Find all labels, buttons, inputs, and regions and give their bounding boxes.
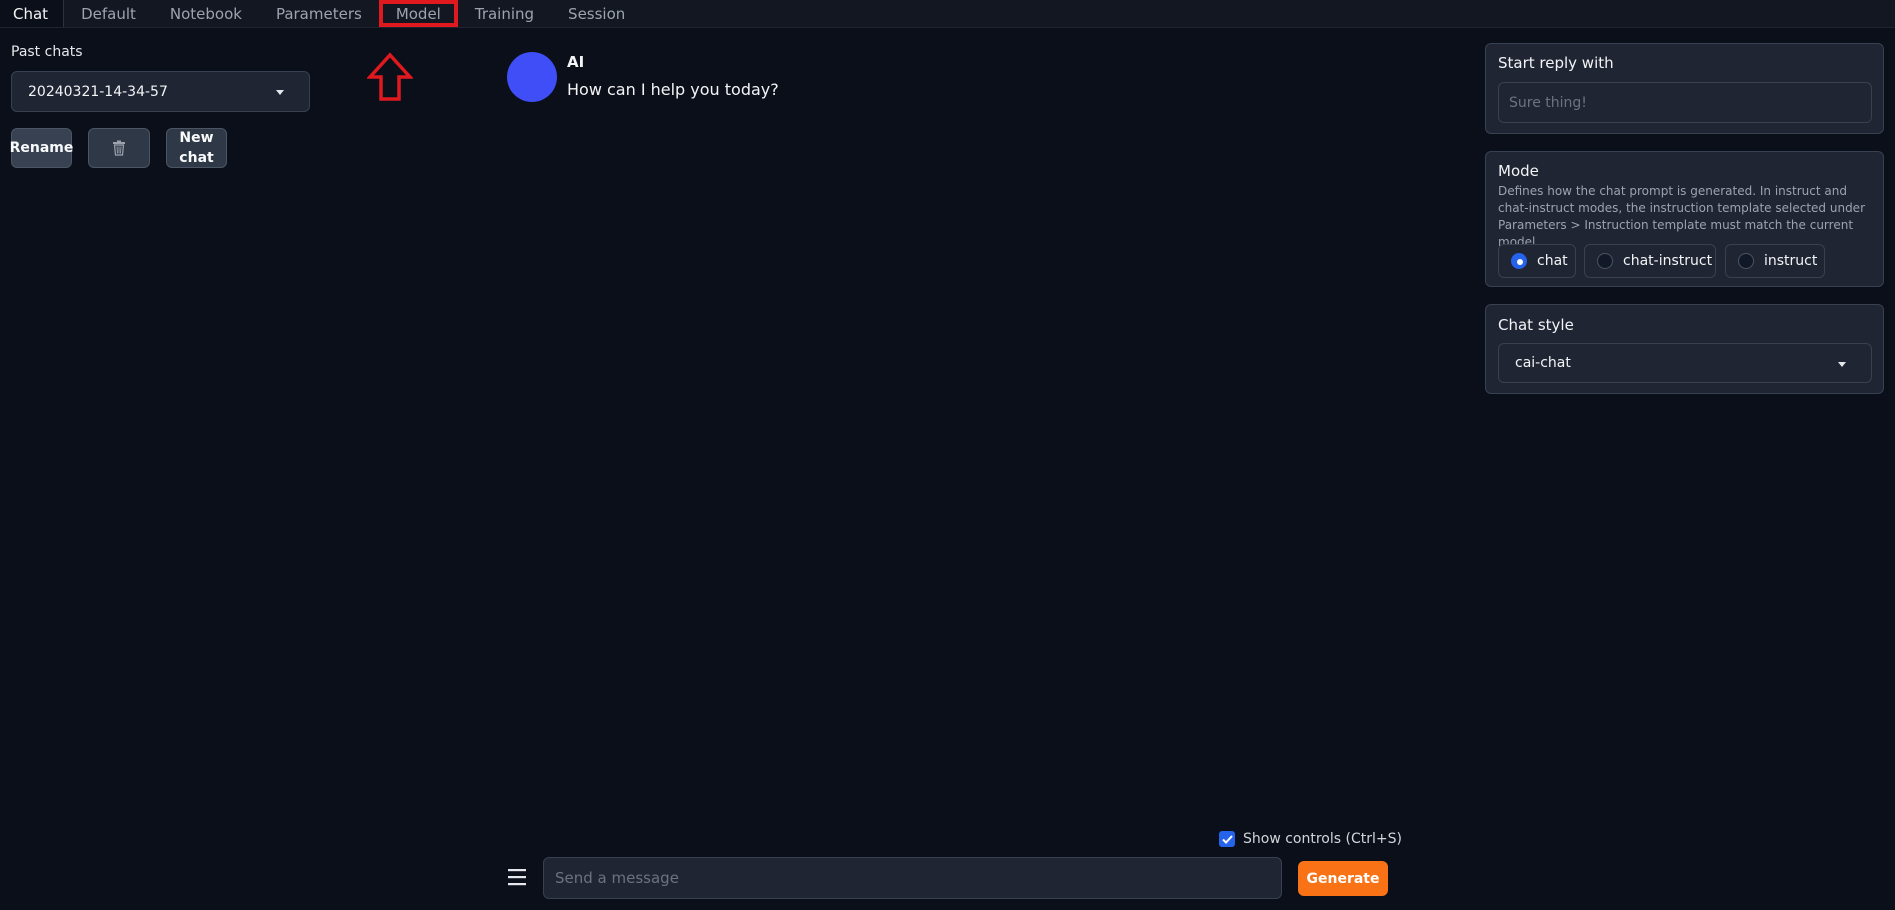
past-chats-label: Past chats — [11, 44, 83, 60]
tab-default[interactable]: Default — [64, 0, 153, 27]
radio-unselected-icon[interactable] — [1738, 253, 1754, 269]
mode-option-label: chat-instruct — [1623, 253, 1713, 269]
tab-notebook[interactable]: Notebook — [153, 0, 259, 27]
rename-button[interactable]: Rename — [10, 128, 73, 168]
chat-style-selected: cai-chat — [1515, 355, 1571, 371]
mode-option-instruct[interactable]: instruct — [1725, 244, 1825, 278]
delete-chat-button[interactable] — [88, 128, 150, 168]
tab-session[interactable]: Session — [551, 0, 642, 27]
tab-parameters[interactable]: Parameters — [259, 0, 379, 27]
caret-down-icon — [276, 90, 284, 95]
tab-training[interactable]: Training — [458, 0, 551, 27]
tab-chat[interactable]: Chat — [0, 0, 65, 27]
mode-title: Mode — [1498, 162, 1539, 180]
hamburger-menu-icon[interactable] — [506, 866, 528, 888]
chat-style-dropdown[interactable]: cai-chat — [1498, 343, 1872, 383]
radio-selected-icon[interactable] — [1511, 253, 1527, 269]
start-reply-input[interactable] — [1498, 82, 1872, 123]
show-controls-label: Show controls (Ctrl+S) — [1243, 831, 1402, 847]
show-controls-checkbox[interactable] — [1219, 831, 1235, 847]
message-sender-name: AI — [567, 53, 585, 71]
mode-option-chat-instruct[interactable]: chat-instruct — [1584, 244, 1716, 278]
past-chats-dropdown[interactable]: 20240321-14-34-57 — [11, 71, 310, 112]
ai-avatar — [507, 52, 557, 102]
show-controls-toggle[interactable]: Show controls (Ctrl+S) — [1219, 831, 1402, 847]
annotation-up-arrow-icon — [367, 52, 413, 101]
caret-down-icon — [1838, 362, 1846, 367]
checkmark-icon — [1221, 834, 1233, 844]
start-reply-panel: Start reply with — [1485, 43, 1884, 134]
generate-button[interactable]: Generate — [1298, 861, 1388, 896]
new-chat-button[interactable]: New chat — [166, 128, 227, 168]
trash-icon — [113, 140, 125, 156]
message-text: How can I help you today? — [567, 80, 779, 99]
tab-model[interactable]: Model — [378, 0, 458, 27]
mode-panel: Mode Defines how the chat prompt is gene… — [1485, 151, 1884, 287]
start-reply-title: Start reply with — [1498, 54, 1614, 72]
chat-style-panel: Chat style cai-chat — [1485, 304, 1884, 394]
mode-description: Defines how the chat prompt is generated… — [1498, 184, 1865, 249]
message-input[interactable] — [543, 857, 1282, 899]
radio-unselected-icon[interactable] — [1597, 253, 1613, 269]
past-chats-selected: 20240321-14-34-57 — [28, 83, 168, 100]
mode-option-label: chat — [1537, 253, 1568, 269]
mode-option-chat[interactable]: chat — [1498, 244, 1576, 278]
chat-style-title: Chat style — [1498, 316, 1574, 334]
mode-option-label: instruct — [1764, 253, 1818, 269]
tab-bar: Chat Default Notebook Parameters Model T… — [0, 0, 1895, 28]
